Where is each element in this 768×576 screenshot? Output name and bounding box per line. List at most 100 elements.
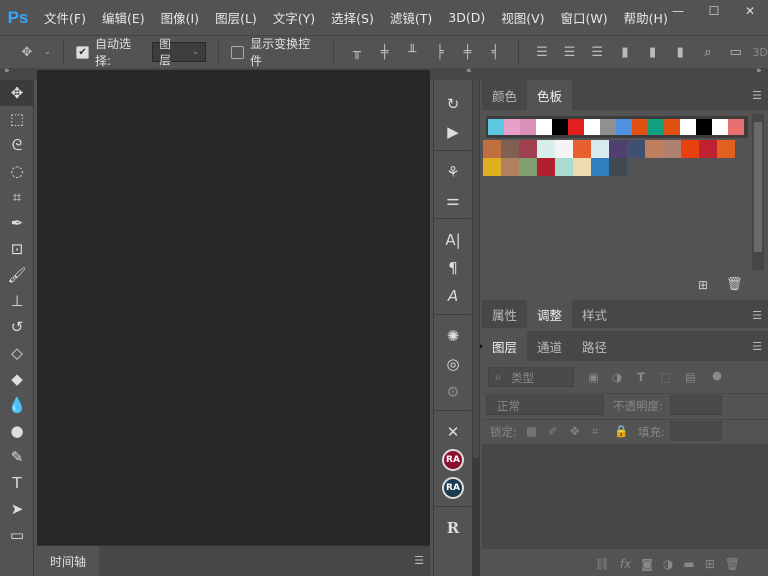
3d-mode-label[interactable]: 3D — [752, 46, 767, 59]
align-right-icon[interactable]: ╡ — [484, 45, 506, 60]
swatch[interactable] — [483, 140, 501, 158]
paragraph-icon[interactable]: ¶ — [434, 254, 472, 282]
swatch[interactable] — [699, 140, 717, 158]
swatch[interactable] — [537, 158, 555, 176]
tab-adjustments[interactable]: 调整 — [527, 300, 573, 328]
swatch[interactable] — [712, 119, 728, 135]
swatch[interactable] — [501, 158, 519, 176]
collapse-mid-icon[interactable]: « — [466, 66, 472, 76]
swatch[interactable] — [663, 140, 681, 158]
move-tool[interactable]: ✥ — [0, 80, 34, 106]
glyphs-icon[interactable]: A — [434, 282, 472, 310]
blur-tool[interactable]: 💧 — [0, 392, 34, 418]
minimize-button[interactable]: — — [660, 0, 696, 22]
new-layer-icon[interactable]: ⊞ — [705, 557, 715, 571]
menu-3d[interactable]: 3D(D) — [440, 10, 493, 25]
history-icon[interactable]: ↻ — [434, 90, 472, 118]
filter-adjustment-icon[interactable]: ◑ — [612, 370, 622, 384]
menu-window[interactable]: 窗口(W) — [553, 8, 616, 27]
swatch[interactable] — [573, 158, 591, 176]
lock-brush-icon[interactable]: ✐ — [548, 424, 558, 438]
brushes-icon[interactable]: ⚘ — [434, 158, 472, 186]
close-button[interactable]: ✕ — [732, 0, 768, 22]
healing-tool[interactable]: ⊡ — [0, 236, 34, 262]
filter-type-icon[interactable]: T — [637, 370, 645, 384]
swatch[interactable] — [680, 119, 696, 135]
swatch[interactable] — [519, 158, 537, 176]
crop-tool[interactable]: ⌗ — [0, 184, 34, 210]
opacity-input[interactable] — [670, 395, 722, 415]
swatch[interactable] — [520, 119, 536, 135]
menu-image[interactable]: 图像(I) — [153, 8, 207, 27]
search-icon[interactable]: ⌕ — [697, 45, 719, 60]
brush-tool[interactable]: 🖌 — [0, 262, 34, 288]
menu-type[interactable]: 文字(Y) — [265, 8, 323, 27]
swatch[interactable] — [696, 119, 712, 135]
swatch[interactable] — [645, 140, 663, 158]
swatch[interactable] — [501, 140, 519, 158]
swatch[interactable] — [681, 140, 699, 158]
distribute-left-icon[interactable]: ▮ — [614, 45, 636, 60]
filter-shape-icon[interactable]: ⬚ — [660, 370, 671, 384]
move-tool-icon[interactable]: ✥ — [16, 45, 38, 60]
panel-menu-icon[interactable]: ☰ — [752, 340, 762, 353]
plugin-aperture-icon[interactable]: ✺ — [434, 322, 472, 350]
add-mask-icon[interactable]: ◙ — [641, 557, 653, 571]
paint-bucket-tool[interactable]: ◆ — [0, 366, 34, 392]
eraser-tool[interactable]: ◇ — [0, 340, 34, 366]
workspace-icon[interactable]: ▭ — [725, 45, 747, 60]
filter-smart-object-icon[interactable]: ▤ — [685, 370, 696, 384]
align-hcenter-icon[interactable]: ╪ — [457, 45, 479, 60]
menu-file[interactable]: 文件(F) — [36, 8, 94, 27]
swatch[interactable] — [609, 158, 627, 176]
distribute-vcenter-icon[interactable]: ☰ — [559, 45, 581, 60]
align-left-icon[interactable]: ╞ — [429, 45, 451, 60]
swatch[interactable] — [537, 140, 555, 158]
swatch[interactable] — [504, 119, 520, 135]
swatch[interactable] — [555, 140, 573, 158]
maximize-button[interactable]: ☐ — [696, 0, 732, 22]
expand-tools-icon[interactable]: » — [4, 66, 10, 76]
distribute-bottom-icon[interactable]: ☰ — [586, 45, 608, 60]
swatch[interactable] — [573, 140, 591, 158]
swatch[interactable] — [616, 119, 632, 135]
lock-artboard-icon[interactable]: ⌗ — [592, 424, 598, 439]
panel-menu-icon[interactable]: ☰ — [752, 89, 762, 102]
swatch[interactable] — [555, 158, 573, 176]
swatch[interactable] — [584, 119, 600, 135]
dodge-tool[interactable]: ● — [0, 418, 34, 444]
swatches-scrollbar[interactable] — [752, 114, 764, 270]
lock-all-icon[interactable]: 🔒 — [614, 424, 628, 438]
lock-transparent-icon[interactable]: ▦ — [526, 424, 537, 438]
eyedropper-tool[interactable]: ✒ — [0, 210, 34, 236]
rectangle-tool[interactable]: ▭ — [0, 522, 34, 548]
swatch[interactable] — [519, 140, 537, 158]
show-transform-checkbox[interactable] — [231, 45, 245, 59]
history-brush-tool[interactable]: ↺ — [0, 314, 34, 340]
auto-select-checkbox[interactable]: ✔ — [76, 45, 90, 59]
ra-plugin-red-button[interactable]: RA — [434, 446, 472, 474]
layers-list[interactable] — [482, 444, 768, 549]
new-swatch-icon[interactable]: ⊞ — [698, 278, 708, 292]
new-group-icon[interactable]: ▬ — [683, 557, 694, 571]
swatch[interactable] — [600, 119, 616, 135]
swatch[interactable] — [627, 140, 645, 158]
swatch[interactable] — [717, 140, 735, 158]
blend-mode-dropdown[interactable]: 正常 — [486, 395, 604, 415]
swatches-scroll-thumb[interactable] — [754, 122, 762, 252]
canvas-area[interactable] — [37, 70, 430, 545]
swatch[interactable] — [568, 119, 584, 135]
tab-layers[interactable]: 图层 — [482, 331, 528, 361]
type-tool[interactable]: T — [0, 470, 34, 496]
path-select-tool[interactable]: ➤ — [0, 496, 34, 522]
panel-menu-icon[interactable]: ☰ — [752, 309, 762, 322]
collapse-panels-icon[interactable]: » — [756, 66, 762, 76]
menu-filter[interactable]: 滤镜(T) — [382, 8, 440, 27]
menu-select[interactable]: 选择(S) — [323, 8, 382, 27]
tab-paths[interactable]: 路径 — [572, 331, 617, 361]
filter-pixel-icon[interactable]: ▣ — [588, 370, 599, 384]
adjustment-layer-icon[interactable]: ◑ — [663, 557, 673, 571]
align-vcenter-icon[interactable]: ╪ — [374, 45, 396, 60]
menu-edit[interactable]: 编辑(E) — [94, 8, 153, 27]
auto-select-target-dropdown[interactable]: 图层 ⌄ — [152, 37, 207, 67]
